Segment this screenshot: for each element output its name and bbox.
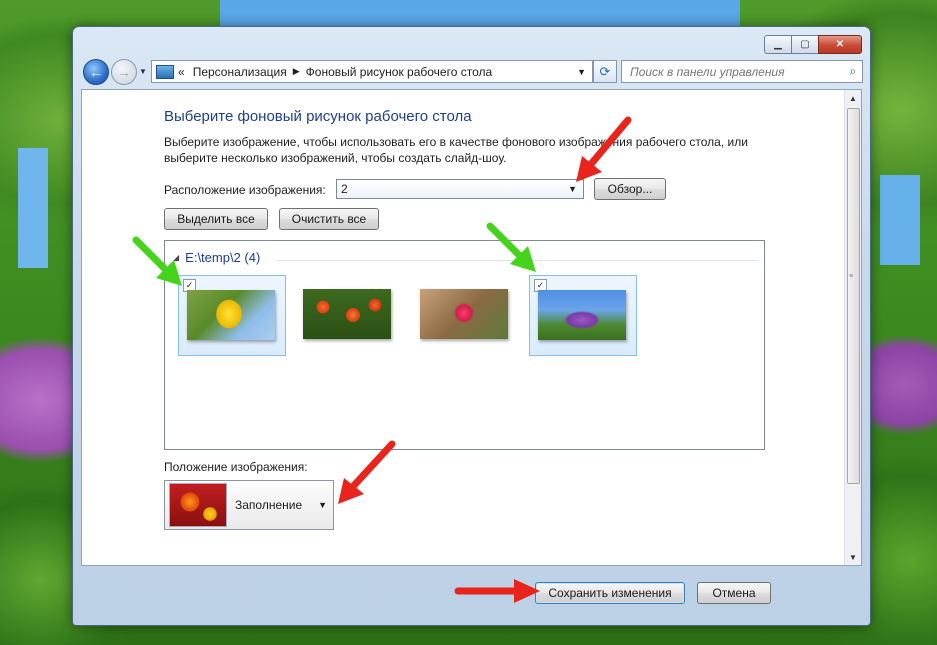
group-title: E:\temp\2 (4) [185, 250, 261, 265]
recent-pages-dropdown[interactable]: ▼ [139, 67, 147, 76]
position-preview-image [169, 483, 227, 527]
clear-all-button[interactable]: Очистить все [279, 208, 379, 230]
position-label: Положение изображения: [164, 460, 308, 474]
caption-buttons: ▁ ▢ ✕ [764, 35, 862, 54]
chevron-down-icon[interactable]: ▼ [318, 500, 327, 510]
location-value: 2 [341, 182, 348, 196]
image-tile-2[interactable] [295, 275, 403, 356]
forward-button[interactable]: → [111, 59, 137, 85]
navigation-bar: ← → ▼ « Персонализация ▶ Фоновый рисунок… [81, 59, 863, 85]
scrollbar-thumb[interactable] [847, 108, 860, 484]
background-sky [18, 148, 48, 268]
refresh-button[interactable]: ⟳ [593, 60, 617, 83]
lilac-thumbnail [538, 290, 626, 340]
address-bar[interactable]: « Персонализация ▶ Фоновый рисунок рабоч… [151, 60, 593, 83]
breadcrumb-separator-icon[interactable]: ▶ [293, 66, 300, 77]
yellow-flower-thumbnail [187, 290, 275, 340]
green-arrow-icon [486, 222, 536, 272]
pink-flower-thumbnail [420, 289, 508, 339]
breadcrumb-item[interactable]: Персонализация [193, 65, 287, 79]
image-tile-3[interactable] [412, 275, 520, 356]
back-button[interactable]: ← [83, 59, 109, 85]
location-label: Расположение изображения: [164, 183, 326, 197]
orange-flowers-thumbnail [303, 289, 391, 339]
personalization-window: ▁ ▢ ✕ ← → ▼ « Персонализация ▶ Фоновый р… [72, 26, 871, 626]
group-header[interactable]: ◢ E:\temp\2 (4) [173, 250, 260, 265]
save-changes-button[interactable]: Сохранить изменения [535, 582, 685, 604]
chevron-down-icon[interactable]: ▼ [568, 184, 577, 194]
breadcrumb-overflow-icon[interactable]: « [178, 65, 185, 79]
image-gallery: ◢ E:\temp\2 (4) ✓ ✓ [164, 240, 765, 450]
position-value: Заполнение [235, 498, 303, 512]
red-arrow-icon [576, 116, 632, 182]
breadcrumb-item[interactable]: Фоновый рисунок рабочего стола [306, 65, 493, 79]
content-pane: Выберите фоновый рисунок рабочего стола … [81, 89, 862, 566]
image-tile-4[interactable]: ✓ [529, 275, 637, 356]
red-arrow-icon [454, 579, 540, 603]
search-icon[interactable]: ⌕ [844, 64, 862, 79]
scroll-grip-icon: ≡ [849, 273, 854, 280]
cancel-button[interactable]: Отмена [697, 582, 771, 604]
image-tile-1[interactable]: ✓ [178, 275, 286, 356]
page-title: Выберите фоновый рисунок рабочего стола [164, 108, 472, 125]
vertical-scrollbar[interactable]: ▲ ≡ ▼ [844, 90, 861, 565]
address-dropdown-icon[interactable]: ▼ [577, 67, 586, 77]
scroll-up-icon[interactable]: ▲ [845, 90, 861, 106]
background-sky [880, 175, 920, 265]
minimize-button[interactable]: ▁ [764, 35, 792, 54]
green-arrow-icon [132, 236, 182, 286]
location-combobox[interactable]: 2 ▼ [336, 179, 584, 199]
close-button[interactable]: ✕ [818, 35, 862, 54]
control-panel-icon [156, 64, 174, 79]
background-sky [220, 0, 740, 28]
position-dropdown[interactable]: Заполнение ▼ [164, 480, 334, 530]
maximize-button[interactable]: ▢ [791, 35, 819, 54]
select-all-button[interactable]: Выделить все [164, 208, 268, 230]
scroll-down-icon[interactable]: ▼ [845, 549, 861, 565]
red-arrow-icon [338, 440, 396, 504]
search-input[interactable] [622, 63, 844, 80]
search-box[interactable]: ⌕ [621, 60, 863, 83]
page-description: Выберите изображение, чтобы использовать… [164, 135, 748, 165]
